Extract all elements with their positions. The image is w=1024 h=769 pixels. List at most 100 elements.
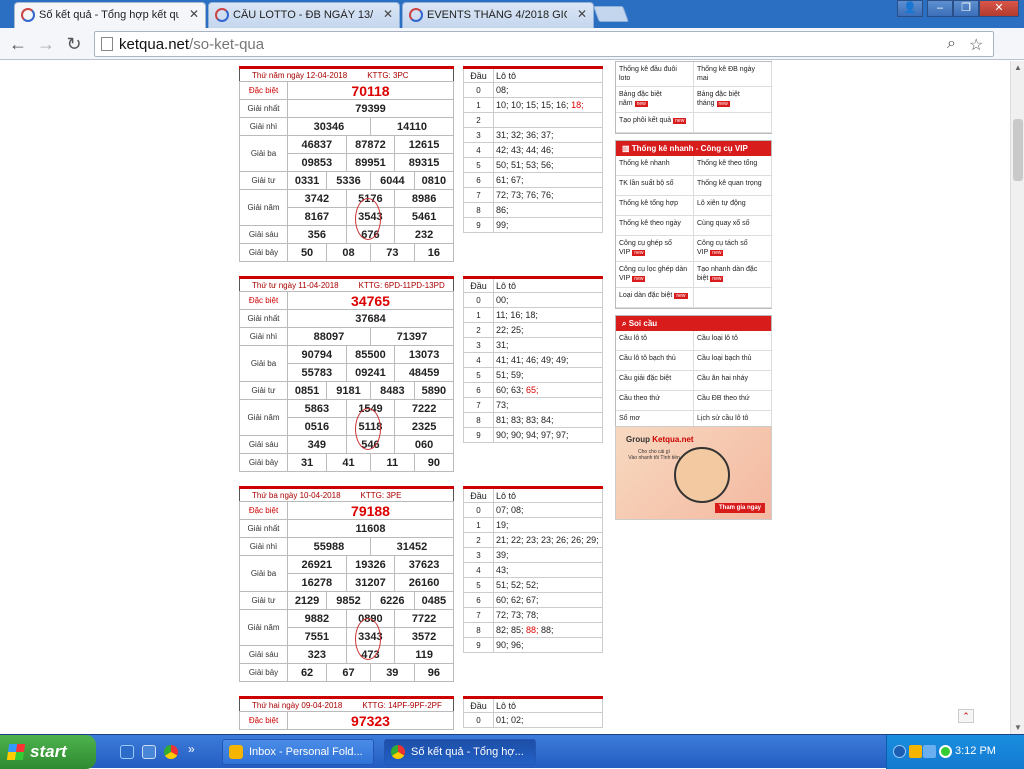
sidebar-link[interactable]: Cầu loại bạch thủ <box>694 351 772 371</box>
status-icon[interactable] <box>939 745 952 758</box>
explorer-icon[interactable] <box>142 745 156 759</box>
close-tab-icon[interactable]: ✕ <box>577 7 587 21</box>
loto-numbers: 51; 52; 52; <box>493 577 603 593</box>
sidebar-link[interactable]: Thống kê nhanh <box>616 156 694 176</box>
sidebar-link[interactable]: Cầu giải đặc biệt <box>616 371 694 391</box>
sidebar-link[interactable]: Thống kê theo tổng <box>694 156 772 176</box>
draw-code: KTTG: 3PE <box>360 490 402 500</box>
loto-head-digit: 9 <box>463 427 494 443</box>
draw-date[interactable]: Thứ năm ngày 12-04-2018 <box>252 71 347 80</box>
draw-date[interactable]: Thứ hai ngày 09-04-2018 <box>252 701 342 710</box>
prize-value: 12615 <box>394 135 454 154</box>
prize-value: 31207 <box>345 573 396 592</box>
new-tab-button[interactable] <box>593 6 629 22</box>
highlight-circle <box>355 618 381 660</box>
chrome-icon <box>391 745 405 759</box>
scroll-to-top-button[interactable]: ⌃ <box>958 709 974 723</box>
loto-numbers: 01; 02; <box>493 712 603 728</box>
forward-icon[interactable]: → <box>34 32 58 56</box>
sidebar-link[interactable]: Cầu ăn hai nháy <box>694 371 772 391</box>
chrome-icon[interactable] <box>164 745 178 759</box>
prize-value: 31 <box>286 453 328 472</box>
sidebar-link[interactable]: Thống kê ĐB ngày mai <box>694 62 772 87</box>
prize-value: 13073 <box>394 345 454 364</box>
back-icon[interactable]: ← <box>6 32 30 56</box>
sidebar-link[interactable]: Cầu lô tô bạch thủ <box>616 351 694 371</box>
sidebar-link[interactable]: Thống kê quan trọng <box>694 176 772 196</box>
prize-value: 39 <box>369 663 415 682</box>
show-desktop-icon[interactable] <box>120 745 134 759</box>
task-chrome[interactable]: Số kết quả - Tổng hợ... <box>384 739 536 765</box>
tab-events[interactable]: EVENTS THÁNG 4/2018 GIỜ ✕ <box>402 2 594 28</box>
sidebar-link[interactable]: Thống kê đầu đuôi loto <box>616 62 694 87</box>
prize-label: Đặc biệt <box>239 291 288 310</box>
prize-value: 55988 <box>287 537 371 556</box>
sidebar-link[interactable]: Cầu loại lô tô <box>694 331 772 351</box>
address-bar[interactable]: ketqua.net/so-ket-qua ⌕ ☆ <box>94 31 994 57</box>
new-badge: new <box>673 118 687 124</box>
loto-head-label: Lô tô <box>493 697 603 713</box>
prize-label: Giải tư <box>239 171 288 190</box>
sidebar-link[interactable]: Cầu ĐB theo thứ <box>694 391 772 411</box>
network-icon[interactable] <box>923 745 936 758</box>
sidebar-link[interactable]: Cầu lô tô <box>616 331 694 351</box>
cartoon-face-image <box>674 447 730 503</box>
scroll-up-icon[interactable]: ▲ <box>1014 63 1022 72</box>
group-ad-banner[interactable]: Group Ketqua.net Cho cho cái gì Vào nhanh… <box>615 426 772 520</box>
draw-date[interactable]: Thứ ba ngày 10-04-2018 <box>252 491 341 500</box>
sidebar-link[interactable]: Công cụ ghép số VIP new <box>616 236 694 262</box>
sidebar-link[interactable]: Tạo phôi kết quả new <box>616 113 694 133</box>
start-button[interactable]: start <box>0 735 96 769</box>
tab-so-ket-qua[interactable]: Số kết quả - Tổng hợp kết quả ✕ <box>14 2 206 28</box>
outlook-tray-icon[interactable] <box>909 745 922 758</box>
sidebar-link[interactable]: Thống kê tổng hợp <box>616 196 694 216</box>
zoom-icon[interactable]: ⌕ <box>947 35 956 53</box>
sidebar-title-text: Thống kê nhanh - Công cụ VIP <box>631 144 748 153</box>
loto-numbers: 31; <box>493 337 603 353</box>
ad-line2: Vào nhanh tôi Tình tiền <box>628 455 680 461</box>
sidebar-link[interactable]: Cùng quay xổ số <box>694 216 772 236</box>
sidebar-link[interactable]: Bảng đặc biệt năm new <box>616 87 694 113</box>
scroll-down-icon[interactable]: ▼ <box>1014 723 1022 732</box>
loto-numbers: 42; 43; 44; 46; <box>493 142 603 158</box>
ad-brand: Ketqua.net <box>652 435 694 444</box>
prize-value: 5336 <box>326 171 371 190</box>
url-text[interactable]: ketqua.net/so-ket-qua <box>119 36 264 53</box>
sidebar-link[interactable]: Tạo nhanh dàn đặc biệt new <box>694 262 772 288</box>
more-icon[interactable]: » <box>188 742 202 756</box>
sidebar-link[interactable]: Loại dàn đặc biệt new <box>616 288 694 308</box>
sidebar-link[interactable]: Công cụ tách số VIP new <box>694 236 772 262</box>
page-scrollbar[interactable]: ▲ ▼ <box>1010 61 1024 734</box>
loto-head-digit: 3 <box>463 337 494 353</box>
prize-label: Giải năm <box>239 609 288 646</box>
sidebar-link[interactable]: Công cụ lọc ghép dàn VIP new <box>616 262 694 288</box>
sidebar-link[interactable]: Lô xiên tự động <box>694 196 772 216</box>
prize-label: Giải ba <box>239 555 288 592</box>
reload-icon[interactable]: ↻ <box>62 32 86 56</box>
ad-group: Group <box>626 435 650 444</box>
sidebar-link[interactable]: Cầu theo thứ <box>616 391 694 411</box>
highlight-circle <box>355 408 381 450</box>
task-inbox[interactable]: Inbox - Personal Fold... <box>222 739 374 765</box>
prize-value: 89315 <box>394 153 454 172</box>
close-icon[interactable]: ✕ <box>979 0 1019 17</box>
sidebar-link[interactable]: TK lần suất bộ số <box>616 176 694 196</box>
user-icon[interactable]: 👤 <box>897 0 923 17</box>
tray-arrow-icon[interactable] <box>893 745 906 758</box>
loto-head-digit: 5 <box>463 577 494 593</box>
prize-value: 89951 <box>345 153 396 172</box>
bookmark-star-icon[interactable]: ☆ <box>969 35 983 55</box>
close-tab-icon[interactable]: ✕ <box>383 7 393 21</box>
sidebar-link[interactable]: Bảng đặc biệt tháng new <box>694 87 772 113</box>
close-tab-icon[interactable]: ✕ <box>189 7 199 21</box>
scrollbar-thumb[interactable] <box>1013 119 1023 181</box>
tab-cau-lotto[interactable]: CẦU LOTTO - ĐB NGÀY 13/0 ✕ <box>208 2 400 28</box>
loto-head-digit: 5 <box>463 367 494 383</box>
sidebar-link[interactable]: Thống kê theo ngày <box>616 216 694 236</box>
draw-date[interactable]: Thứ tư ngày 11-04-2018 <box>252 281 339 290</box>
minimize-icon[interactable]: – <box>927 0 953 17</box>
restore-icon[interactable]: ❐ <box>953 0 979 17</box>
new-badge: new <box>632 250 646 256</box>
prize-value: 73 <box>369 243 415 262</box>
join-now-button[interactable]: Tham gia ngay <box>714 503 765 513</box>
